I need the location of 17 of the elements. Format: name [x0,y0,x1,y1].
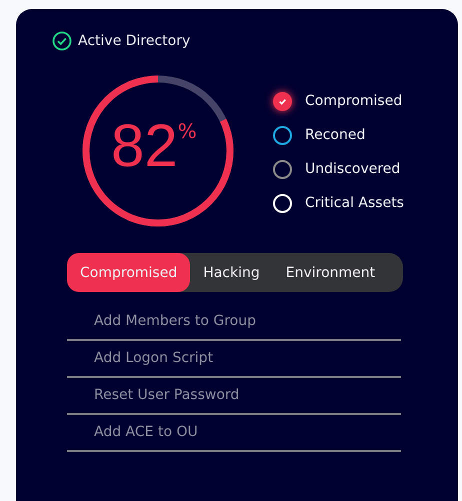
percent-value: 82 [111,113,178,179]
percent-sign: % [178,119,197,143]
tab[interactable]: Compromised [67,253,190,292]
legend-label: Undiscovered [305,161,400,177]
legend-label: Reconed [305,127,366,143]
list-item[interactable]: Add Members to Group [67,304,401,341]
tab[interactable]: Hacking [190,253,273,292]
section-title: Active Directory [78,33,190,49]
legend-label: Critical Assets [305,195,404,211]
legend-label: Compromised [305,93,402,109]
tab[interactable]: Environment [272,253,388,292]
list-item[interactable]: Reset User Password [67,378,401,415]
check-circle-icon [52,31,72,51]
checked-checkbox[interactable] [273,92,292,110]
legend-circle[interactable] [273,126,292,144]
list-item[interactable]: Add Logon Script [67,341,401,378]
list-item[interactable]: Add ACE to OU [67,415,401,452]
